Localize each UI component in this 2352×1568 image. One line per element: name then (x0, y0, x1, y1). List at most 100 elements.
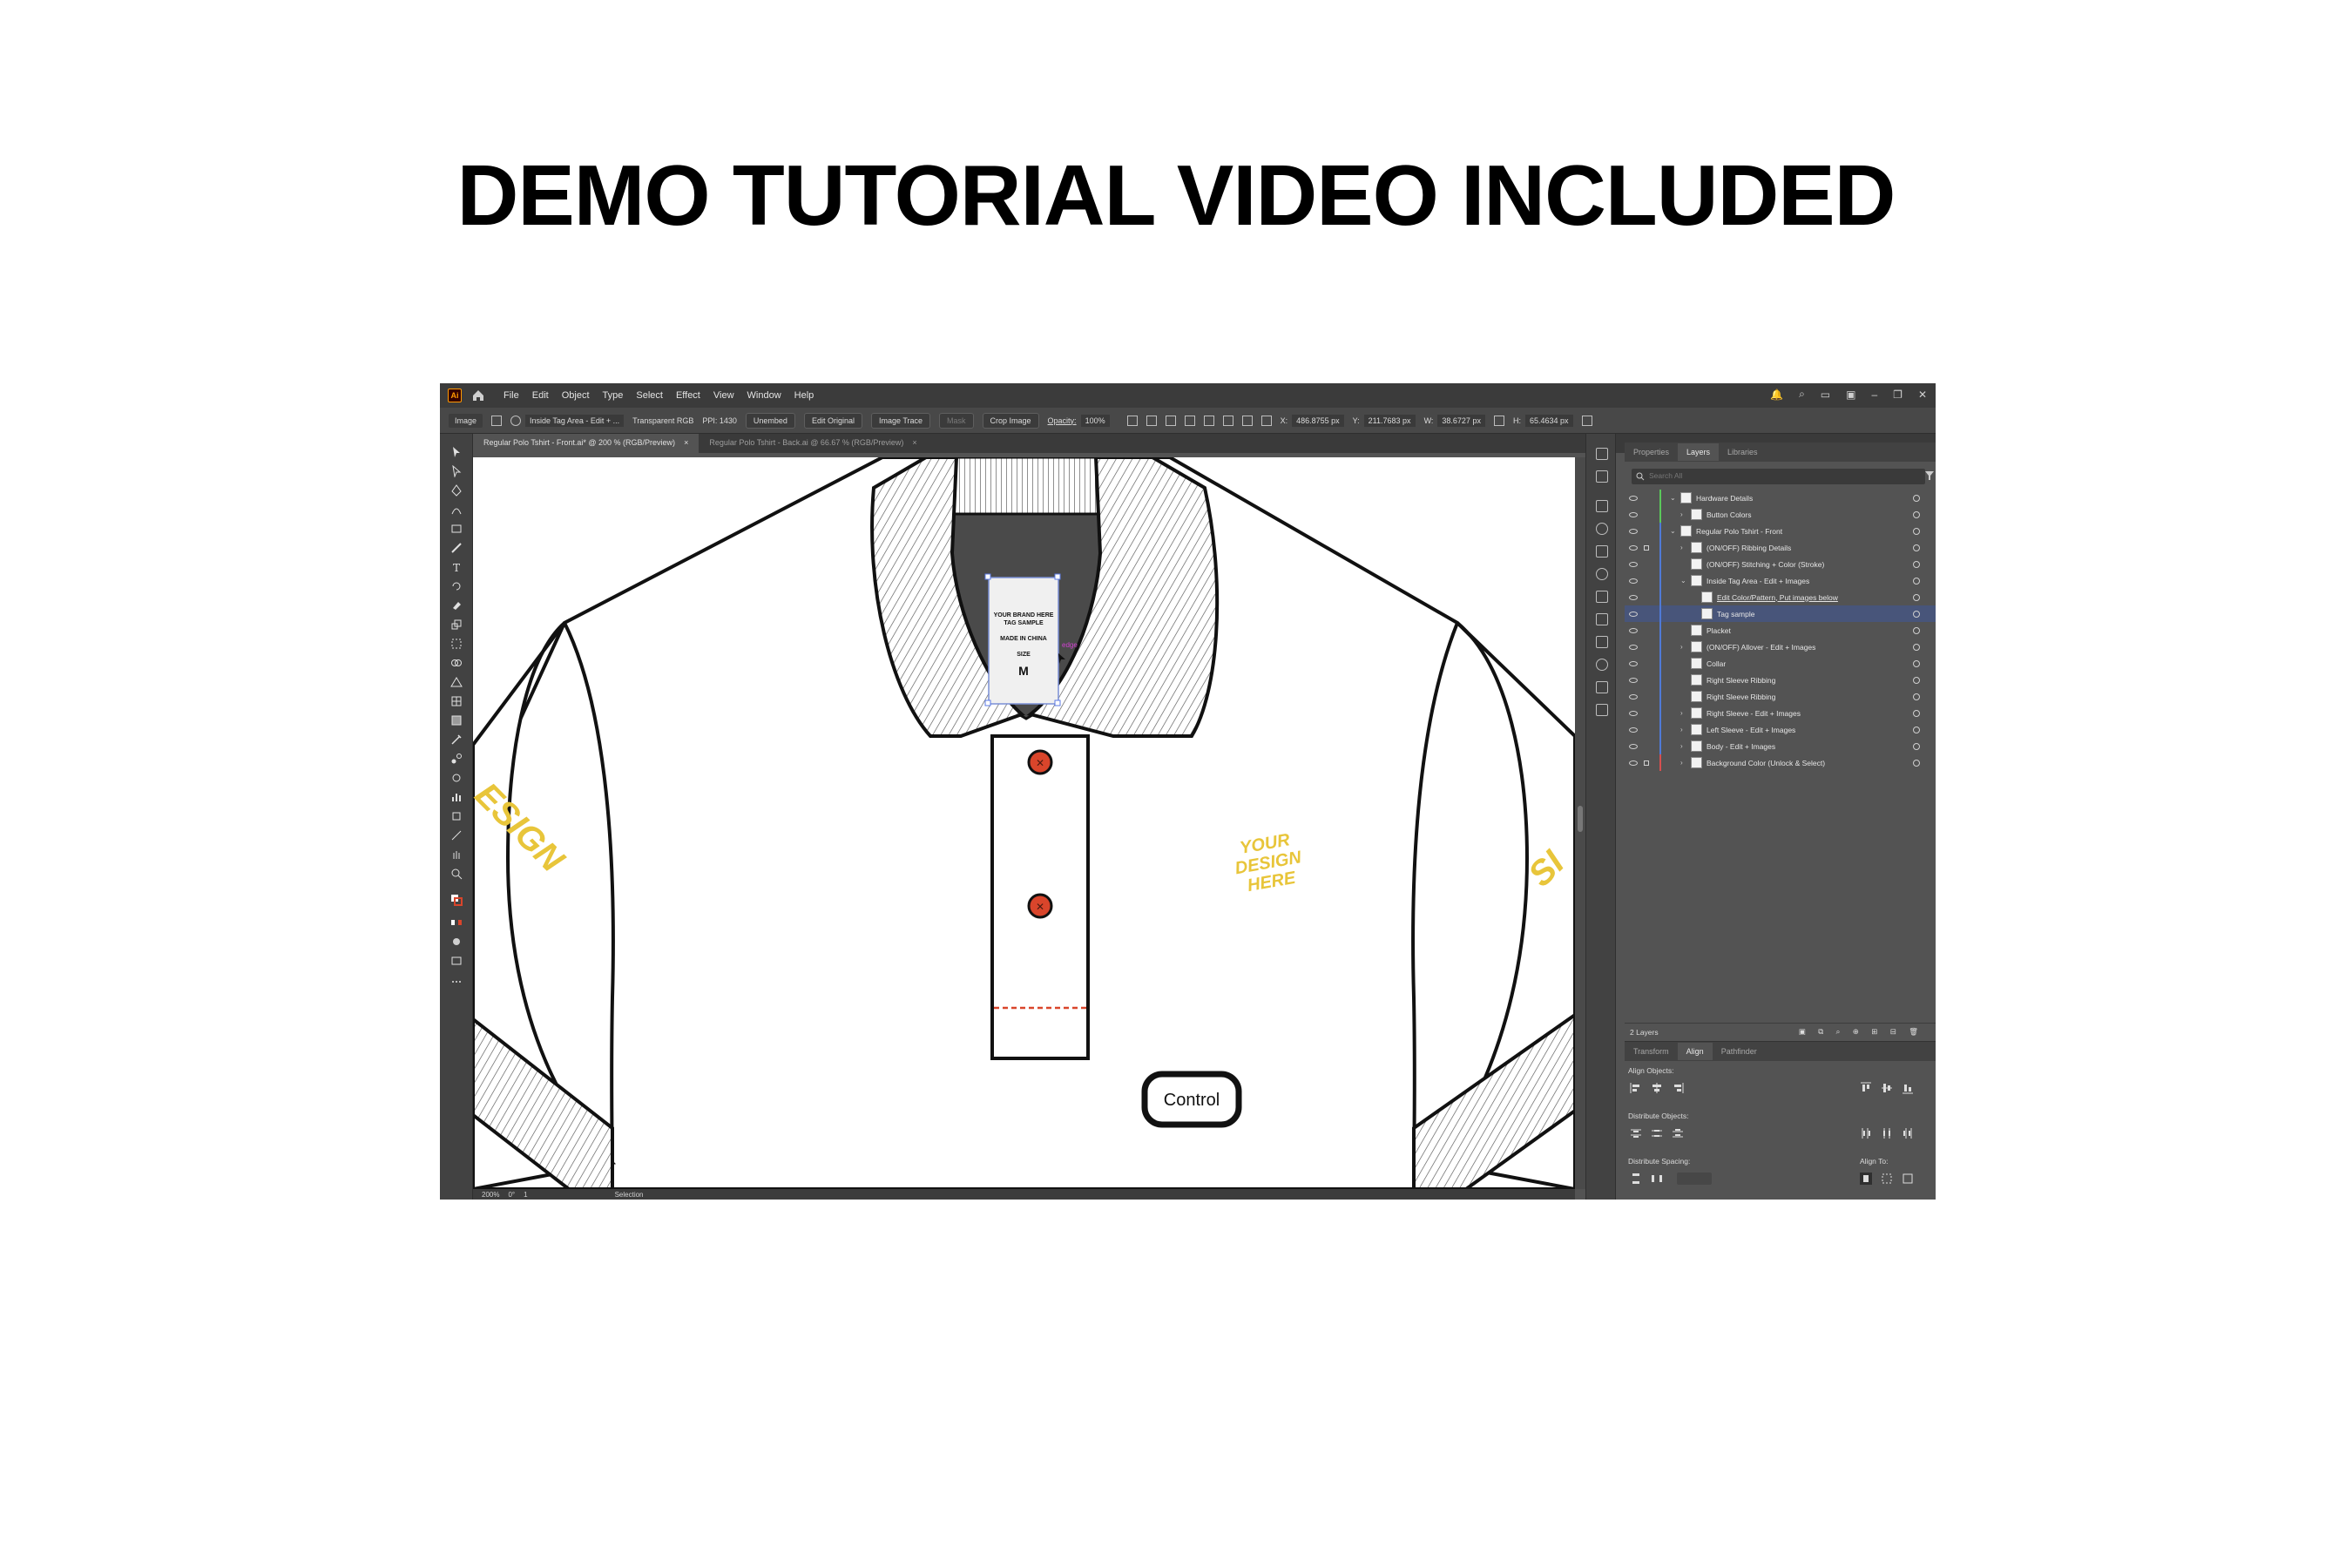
align-top-icon[interactable] (1203, 415, 1214, 426)
opacity-field[interactable]: 100% (1080, 414, 1110, 427)
layer-name[interactable]: Collar (1707, 659, 1726, 668)
mask-button[interactable]: Mask (939, 412, 974, 429)
layer-name[interactable]: Tag sample (1717, 610, 1754, 618)
curvature-tool-icon[interactable] (450, 504, 463, 516)
layer-row[interactable]: ⌄ Inside Tag Area - Edit + Images (1625, 572, 1936, 589)
menu-item-edit[interactable]: Edit (532, 390, 549, 401)
align-to-key-object-icon[interactable] (1881, 1173, 1893, 1185)
scroll-thumb[interactable] (1578, 806, 1583, 832)
workspace-icon[interactable]: ▭ (1821, 389, 1830, 401)
screen-mode-icon[interactable] (450, 955, 463, 967)
menu-item-file[interactable]: File (504, 390, 519, 401)
chevron-down-icon[interactable]: ⌄ (1670, 527, 1676, 535)
layer-name[interactable]: Button Colors (1707, 510, 1752, 519)
layer-row[interactable]: › Background Color (Unlock & Select) (1625, 754, 1936, 771)
layer-name[interactable]: Body - Edit + Images (1707, 742, 1775, 751)
artboard-number[interactable]: 1 (524, 1191, 527, 1199)
layer-name[interactable]: Right Sleeve Ribbing (1707, 693, 1775, 701)
layer-name[interactable]: (ON/OFF) Stitching + Color (Stroke) (1707, 560, 1824, 569)
graph-tool-icon[interactable] (450, 791, 463, 803)
tab-layers[interactable]: Layers (1678, 443, 1720, 461)
menu-item-window[interactable]: Window (747, 390, 781, 401)
reference-point-icon[interactable] (1260, 415, 1272, 426)
edit-original-button[interactable]: Edit Original (803, 412, 862, 429)
vertical-distribute-center-icon[interactable] (1651, 1127, 1663, 1139)
layer-row[interactable]: › Left Sleeve - Edit + Images (1625, 721, 1936, 738)
swatches-icon[interactable] (1596, 545, 1608, 558)
zoom-tool-icon[interactable] (450, 868, 463, 880)
image-trace-icon[interactable] (1596, 681, 1608, 693)
transform-icon[interactable] (1581, 415, 1592, 426)
paintbrush-tool-icon[interactable] (450, 542, 463, 554)
target-circle-icon[interactable] (1913, 693, 1920, 700)
tab-front[interactable]: Regular Polo Tshirt - Front.ai* @ 200 % … (473, 434, 700, 453)
layer-name[interactable]: Right Sleeve Ribbing (1707, 676, 1775, 685)
selection-tool-icon[interactable] (450, 446, 463, 458)
unembed-button[interactable]: Unembed (745, 412, 795, 429)
visibility-eye-icon[interactable] (1629, 693, 1638, 700)
close-icon[interactable]: ✕ (1918, 389, 1927, 401)
export-icon[interactable] (1596, 470, 1608, 483)
target-circle-icon[interactable] (1913, 759, 1920, 767)
target-circle-icon[interactable] (1913, 610, 1920, 618)
layer-row[interactable]: › (ON/OFF) Allover - Edit + Images (1625, 639, 1936, 655)
target-circle-icon[interactable] (1913, 577, 1920, 585)
eyedropper-tool-icon[interactable] (450, 733, 463, 746)
visibility-eye-icon[interactable] (1629, 544, 1638, 551)
chevron-right-icon[interactable]: › (1680, 759, 1683, 767)
vertical-distribute-bottom-icon[interactable] (1672, 1127, 1684, 1139)
visibility-eye-icon[interactable] (1629, 578, 1638, 584)
h-field[interactable]: 65.4634 px (1524, 414, 1573, 427)
align-middle-icon[interactable] (1222, 415, 1233, 426)
eraser-tool-icon[interactable] (450, 599, 463, 612)
layer-name[interactable]: Right Sleeve - Edit + Images (1707, 709, 1801, 718)
visibility-eye-icon[interactable] (1629, 727, 1638, 733)
layer-row[interactable]: › Right Sleeve - Edit + Images (1625, 705, 1936, 721)
restore-icon[interactable]: ❐ (1893, 389, 1903, 401)
align-bottom-icon[interactable] (1241, 415, 1253, 426)
tab-back[interactable]: Regular Polo Tshirt - Back.ai @ 66.67 % … (699, 434, 927, 453)
minimize-icon[interactable]: – (1871, 389, 1877, 401)
tab-libraries[interactable]: Libraries (1719, 443, 1767, 461)
document-info-icon[interactable] (1596, 500, 1608, 512)
w-field[interactable]: 38.6727 px (1437, 414, 1485, 427)
draw-mode-icon[interactable] (450, 936, 463, 948)
visibility-eye-icon[interactable] (1629, 627, 1638, 633)
target-circle-icon[interactable] (1913, 626, 1920, 634)
layer-row[interactable]: Collar (1625, 655, 1936, 672)
home-icon[interactable] (470, 388, 486, 403)
visibility-eye-icon[interactable] (1629, 495, 1638, 501)
vertical-align-bottom-icon[interactable] (1902, 1082, 1914, 1094)
layer-name[interactable]: Placket (1707, 626, 1731, 635)
horizontal-align-left-icon[interactable] (1630, 1082, 1642, 1094)
chevron-right-icon[interactable]: › (1680, 742, 1683, 750)
visibility-eye-icon[interactable] (1629, 561, 1638, 567)
color-mode-icon[interactable] (450, 916, 463, 929)
target-circle-icon[interactable] (1913, 494, 1920, 502)
menu-item-object[interactable]: Object (562, 390, 590, 401)
target-circle-icon[interactable] (1913, 659, 1920, 667)
artboard-canvas[interactable]: YOUR BRAND HERE TAG SAMPLE MADE IN CHINA… (473, 457, 1575, 1189)
layer-row[interactable]: Right Sleeve Ribbing (1625, 672, 1936, 688)
more-tools-icon[interactable] (450, 976, 463, 988)
menu-item-view[interactable]: View (713, 390, 734, 401)
lock-icon[interactable] (1644, 544, 1649, 551)
opentype-icon[interactable] (1596, 659, 1608, 671)
color-icon[interactable] (1596, 523, 1608, 535)
target-circle-icon[interactable] (1913, 510, 1920, 518)
tab-properties[interactable]: Properties (1625, 443, 1678, 461)
spacing-field[interactable] (1677, 1173, 1712, 1185)
target-circle-icon[interactable] (1913, 560, 1920, 568)
rotate-tool-icon[interactable] (450, 580, 463, 592)
graphic-styles-icon[interactable] (1596, 591, 1608, 603)
layer-name[interactable]: Inside Tag Area - Edit + Images (1707, 577, 1809, 585)
rectangle-tool-icon[interactable] (450, 523, 463, 535)
lock-icon[interactable] (1644, 760, 1649, 766)
chevron-right-icon[interactable]: › (1680, 510, 1683, 518)
target-circle-icon[interactable] (1913, 742, 1920, 750)
layer-name[interactable]: Regular Polo Tshirt - Front (1696, 527, 1782, 536)
polo-artwork[interactable]: YOUR BRAND HERE TAG SAMPLE MADE IN CHINA… (473, 457, 1575, 1189)
align-to-selection-icon[interactable] (1860, 1173, 1872, 1185)
align-right-icon[interactable] (1184, 415, 1195, 426)
vertical-distribute-top-icon[interactable] (1630, 1127, 1642, 1139)
